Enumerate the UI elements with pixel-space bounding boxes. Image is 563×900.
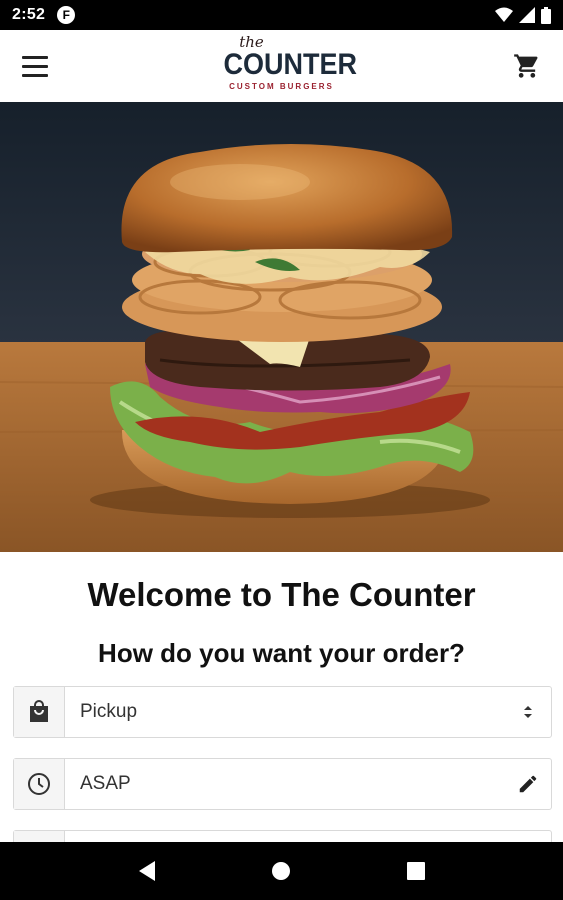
status-icons — [495, 6, 551, 24]
wifi-icon — [495, 7, 513, 22]
status-time: 2:52 — [12, 6, 46, 23]
cart-icon[interactable] — [507, 46, 547, 86]
recents-icon[interactable] — [396, 851, 436, 891]
system-nav-bar — [0, 842, 563, 900]
page-title: Welcome to The Counter — [87, 576, 476, 613]
menu-icon[interactable] — [22, 51, 52, 81]
app-notification-icon: F — [57, 6, 76, 24]
signal-icon — [519, 7, 535, 23]
select-arrows-icon — [505, 687, 551, 737]
status-bar: 2:52 F — [0, 0, 563, 30]
order-time-field[interactable]: ASAP — [13, 758, 552, 810]
logo-name-text: COUNTER — [223, 48, 357, 81]
logo-tagline-text: CUSTOM BURGERS — [229, 82, 334, 91]
shopping-bag-icon — [14, 687, 65, 737]
app-header: the COUNTER CUSTOM BURGERS — [0, 30, 563, 102]
battery-icon — [541, 6, 551, 24]
back-icon[interactable] — [127, 851, 167, 891]
order-type-select[interactable]: Pickup — [13, 686, 552, 738]
brand-logo[interactable]: the COUNTER CUSTOM BURGERS — [217, 34, 357, 98]
clock-icon — [14, 759, 65, 809]
order-time-value: ASAP — [80, 773, 131, 794]
order-setup-panel: Welcome to The Counter How do you want y… — [0, 552, 563, 870]
order-type-value: Pickup — [80, 701, 138, 722]
hero-burger-image — [0, 102, 563, 552]
pencil-icon[interactable] — [505, 759, 551, 809]
home-icon[interactable] — [261, 851, 301, 891]
order-method-prompt: How do you want your order? — [98, 638, 465, 668]
